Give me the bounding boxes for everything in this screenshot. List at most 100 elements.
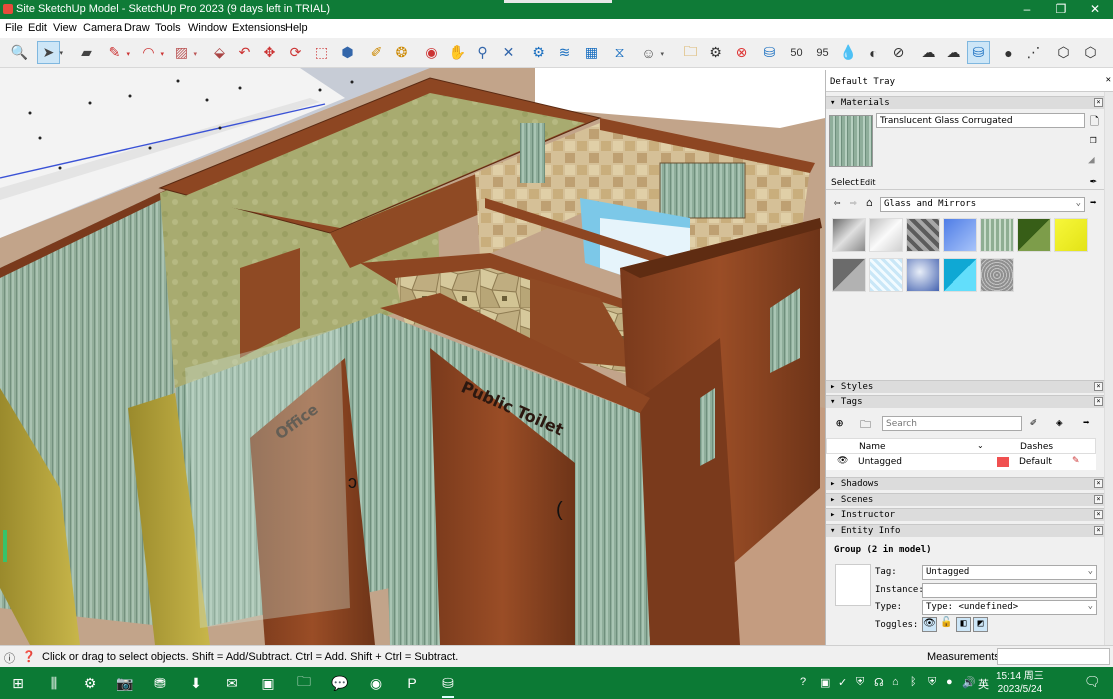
instructor-panel-header[interactable]: ▸ Instructor ×: [826, 508, 1104, 521]
push-pull-icon[interactable]: ⬙: [208, 41, 231, 64]
minimize-button[interactable]: –: [1010, 0, 1044, 19]
close-tags-icon[interactable]: ×: [1094, 397, 1103, 406]
geo-location-icon[interactable]: ⓘ: [4, 650, 15, 666]
close-entity-info-icon[interactable]: ×: [1094, 526, 1103, 535]
add-tag-folder-icon[interactable]: 🗀: [860, 416, 871, 435]
download-app-icon[interactable]: ⬇: [184, 672, 208, 694]
entity-info-panel-header[interactable]: ▾ Entity Info ×: [826, 524, 1104, 537]
maximize-button[interactable]: ❐: [1044, 0, 1078, 19]
menu-help[interactable]: Help: [285, 22, 308, 34]
layout-icon[interactable]: ▦: [580, 41, 603, 64]
close-instructor-icon[interactable]: ×: [1094, 510, 1103, 519]
forward-arrow-icon[interactable]: ⇨: [850, 196, 857, 209]
swatch-3[interactable]: [943, 218, 977, 252]
tag-edit-pencil-icon[interactable]: ✎: [1072, 456, 1080, 466]
entity-instance-input[interactable]: [922, 583, 1097, 598]
windows-start-icon[interactable]: ⊞: [6, 672, 30, 694]
tags-row-untagged[interactable]: 👁 Untagged Default ✎: [826, 454, 1096, 470]
shape-icon[interactable]: ▨ ▾: [170, 41, 197, 64]
hexagon-icon[interactable]: ⬡: [1052, 41, 1075, 64]
3d-warehouse-icon[interactable]: ⚙: [527, 41, 550, 64]
materials-panel-header[interactable]: ▾ Materials ×: [826, 96, 1104, 109]
swatch-5[interactable]: [1017, 218, 1051, 252]
extension-warehouse-icon[interactable]: ≋: [553, 41, 576, 64]
system-clock[interactable]: 15:14 周三 2023/5/24: [996, 670, 1044, 696]
network-tray-icon[interactable]: ⌂: [892, 676, 899, 688]
toggle-visible-icon[interactable]: 👁: [922, 617, 937, 632]
swatch-9[interactable]: [906, 258, 940, 292]
menu-view[interactable]: View: [53, 22, 77, 34]
orbit-icon[interactable]: ❂: [390, 41, 413, 64]
layout-app-icon[interactable]: ▣: [256, 672, 280, 694]
camera-app-icon[interactable]: 📷: [113, 672, 137, 694]
styles-icon[interactable]: ⧖: [608, 41, 631, 64]
zoom-extents-icon[interactable]: 🔍: [8, 41, 31, 64]
materials-select-tab[interactable]: Select: [831, 178, 859, 188]
security-tray-icon[interactable]: ⛨: [928, 676, 936, 689]
entity-tag-select[interactable]: Untagged ⌄: [922, 565, 1097, 580]
bluetooth-tray-icon[interactable]: ᛒ: [910, 676, 917, 688]
styles-panel-header[interactable]: ▸ Styles ×: [826, 380, 1104, 393]
sketchup-taskbar-icon[interactable]: ⛁: [436, 672, 460, 698]
tag-visibility-eye-icon[interactable]: 👁: [837, 456, 848, 466]
library-details-icon[interactable]: ➡: [1090, 196, 1097, 209]
material-create-icon[interactable]: ❒: [1090, 133, 1097, 146]
menu-extensions[interactable]: Extensions: [232, 22, 286, 34]
tags-col-name[interactable]: Name: [859, 442, 886, 452]
eraser-icon[interactable]: ▰: [75, 41, 98, 64]
close-tray-icon[interactable]: ✕: [1106, 75, 1111, 85]
sandbox-icon[interactable]: ⛁: [758, 41, 781, 64]
open-folder-icon[interactable]: 🗀: [679, 41, 702, 64]
swatch-0[interactable]: [832, 218, 866, 252]
app-stack-icon[interactable]: ⛃: [148, 672, 172, 694]
swatch-2[interactable]: [906, 218, 940, 252]
tag-color-icon[interactable]: ◈: [1056, 416, 1063, 429]
hexagon-alt-icon[interactable]: ⬡: [1079, 41, 1102, 64]
tag-details-icon[interactable]: ➡: [1083, 416, 1090, 429]
hand-pan-icon[interactable]: ✋: [446, 41, 469, 64]
account-icon[interactable]: ☺ ▾: [637, 41, 664, 64]
toggle-receive-shadows-icon[interactable]: ◧: [956, 617, 971, 632]
close-styles-icon[interactable]: ×: [1094, 382, 1103, 391]
swatch-11[interactable]: [980, 258, 1014, 292]
eyedropper-icon[interactable]: ✒: [1090, 174, 1097, 187]
menu-camera[interactable]: Camera: [83, 22, 122, 34]
hatched-circle-icon[interactable]: ⊘: [887, 41, 910, 64]
tags-col-dashes[interactable]: Dashes: [1020, 442, 1053, 452]
menu-tools[interactable]: Tools: [155, 22, 181, 34]
tape-measure-icon[interactable]: ⬢: [336, 41, 359, 64]
tags-search-input[interactable]: [882, 416, 1022, 431]
menu-file[interactable]: File: [5, 22, 23, 34]
close-window-button[interactable]: ✕: [1078, 0, 1112, 19]
offset-icon[interactable]: ↶: [233, 41, 256, 64]
arc-icon[interactable]: ◠ ▾: [137, 41, 164, 64]
material-sample-paint-icon[interactable]: 🗋: [1090, 113, 1099, 132]
close-materials-icon[interactable]: ×: [1094, 98, 1103, 107]
check-tray-icon[interactable]: ✓: [838, 676, 847, 689]
back-arrow-icon[interactable]: ⇦: [834, 196, 841, 209]
shadows-panel-header[interactable]: ▸ Shadows ×: [826, 477, 1104, 490]
task-view-icon[interactable]: ⫼: [42, 672, 66, 694]
entity-type-select[interactable]: Type: <undefined> ⌄: [922, 600, 1097, 615]
menu-window[interactable]: Window: [188, 22, 227, 34]
powerpoint-icon[interactable]: P: [400, 672, 424, 694]
toggle-cast-shadows-icon[interactable]: ◩: [973, 617, 988, 632]
add-tag-icon[interactable]: ⊕: [836, 416, 843, 430]
gallery-tray-icon[interactable]: ▣: [820, 676, 830, 689]
water-drop-icon[interactable]: 💧: [837, 41, 860, 64]
scenes-panel-header[interactable]: ▸ Scenes ×: [826, 493, 1104, 506]
dashed-line-icon[interactable]: ⋰: [1022, 41, 1045, 64]
scale-icon[interactable]: ⬚: [310, 41, 333, 64]
ime-indicator[interactable]: 英: [978, 676, 989, 692]
swatch-7[interactable]: [832, 258, 866, 292]
toggle-lock-icon[interactable]: 🔓: [939, 617, 954, 632]
line-icon[interactable]: ✎ ▾: [103, 41, 130, 64]
move-icon[interactable]: ✥: [258, 41, 281, 64]
shield-tray-icon[interactable]: ⛨: [856, 676, 864, 689]
help-icon[interactable]: ❓: [22, 650, 36, 663]
swatch-6[interactable]: [1054, 218, 1088, 252]
menu-draw[interactable]: Draw: [124, 22, 150, 34]
outlook-icon[interactable]: ✉: [220, 672, 244, 694]
cloud-upload-icon[interactable]: ☁: [942, 41, 965, 64]
speed-95-icon[interactable]: 95: [811, 41, 834, 64]
